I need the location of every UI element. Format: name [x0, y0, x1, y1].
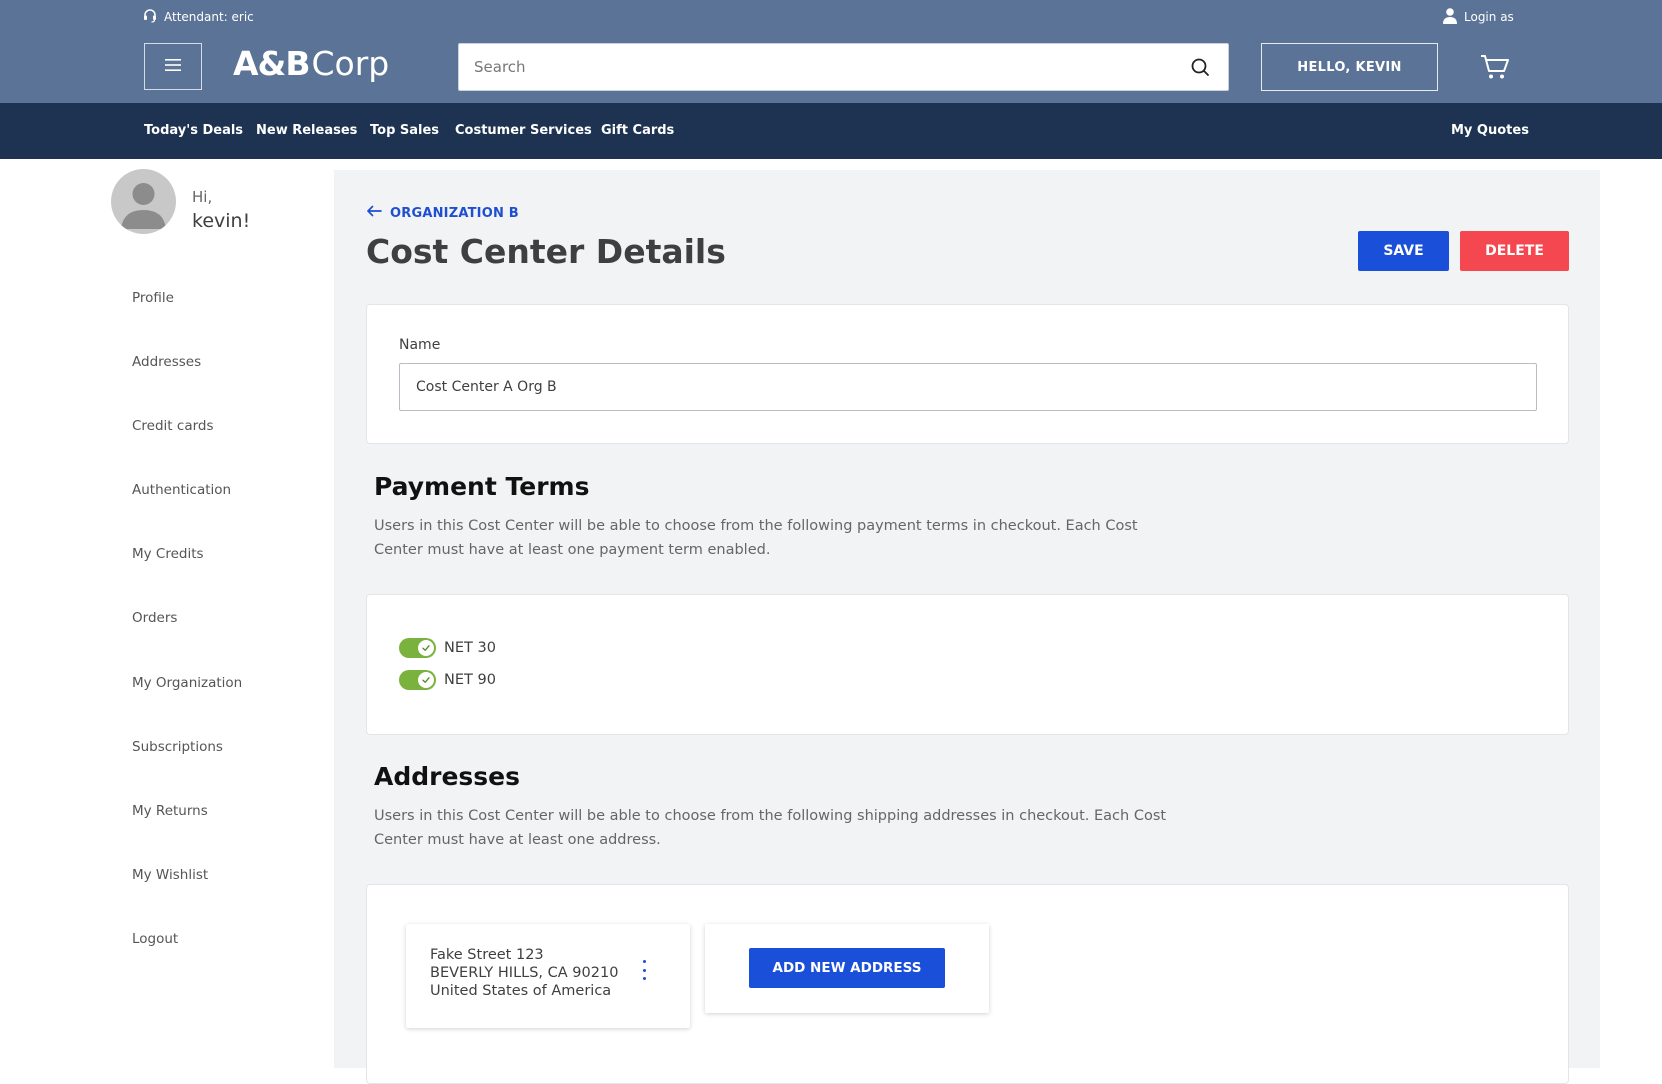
login-as-label: Login as: [1464, 10, 1514, 24]
attendant-info: Attendant: eric: [142, 7, 254, 26]
delete-button[interactable]: DELETE: [1460, 231, 1569, 271]
net30-label: NET 30: [444, 640, 496, 656]
greeting-hi: Hi,: [192, 188, 213, 206]
name-field[interactable]: [399, 363, 1537, 411]
sidebar-item-authentication[interactable]: Authentication: [132, 482, 231, 498]
account-button[interactable]: HELLO, KEVIN: [1261, 43, 1438, 91]
nav-item-gift-cards[interactable]: Gift Cards: [601, 123, 674, 138]
menu-icon: [164, 58, 182, 76]
sidebar-item-my-organization[interactable]: My Organization: [132, 675, 242, 691]
main-content: ORGANIZATION B Cost Center Details SAVE …: [334, 170, 1600, 1084]
addresses-description-line1: Users in this Cost Center will be able t…: [374, 808, 1167, 824]
search-bar: [458, 43, 1229, 91]
payment-terms-description-line2: Center must have at least one payment te…: [374, 542, 771, 558]
breadcrumb-label: ORGANIZATION B: [390, 205, 519, 221]
search-icon[interactable]: [1172, 44, 1228, 90]
net30-toggle[interactable]: [399, 638, 436, 658]
search-input[interactable]: [459, 44, 1172, 90]
save-button[interactable]: SAVE: [1358, 231, 1449, 271]
arrow-left-icon: [366, 205, 382, 221]
payment-terms-description-line1: Users in this Cost Center will be able t…: [374, 518, 1138, 534]
address-street: Fake Street 123: [430, 947, 544, 963]
nav-item-top-sales[interactable]: Top Sales: [370, 123, 439, 138]
sidebar-item-my-credits[interactable]: My Credits: [132, 546, 204, 562]
sidebar-item-subscriptions[interactable]: Subscriptions: [132, 739, 223, 755]
net90-toggle[interactable]: [399, 670, 436, 690]
logo-corp: Corp: [311, 44, 390, 83]
address-country: United States of America: [430, 983, 612, 999]
sidebar-item-my-returns[interactable]: My Returns: [132, 803, 208, 819]
payment-term-net30: NET 30: [399, 638, 496, 658]
payment-term-net90: NET 90: [399, 670, 496, 690]
cart-icon[interactable]: [1480, 53, 1510, 83]
add-address-card: ADD NEW ADDRESS: [705, 924, 989, 1013]
avatar: [111, 169, 176, 234]
check-icon: [418, 672, 434, 688]
name-label: Name: [399, 337, 441, 353]
check-icon: [418, 640, 434, 656]
name-card: Name: [366, 304, 1569, 444]
addresses-title: Addresses: [374, 762, 521, 791]
logo-ab: A&B: [233, 44, 310, 83]
top-header: Attendant: eric Login as A&B Corp HELLO,…: [0, 0, 1662, 103]
address-card: Fake Street 123 BEVERLY HILLS, CA 90210 …: [406, 924, 690, 1028]
sidebar-item-profile[interactable]: Profile: [132, 290, 174, 306]
nav-item-my-quotes[interactable]: My Quotes: [1451, 123, 1529, 138]
breadcrumb[interactable]: ORGANIZATION B: [366, 205, 519, 221]
sidebar-item-addresses[interactable]: Addresses: [132, 354, 201, 370]
headset-icon: [142, 7, 158, 26]
add-new-address-button[interactable]: ADD NEW ADDRESS: [749, 948, 945, 988]
page-title: Cost Center Details: [366, 232, 726, 271]
category-nav: Today's Deals New Releases Top Sales Cos…: [0, 103, 1662, 159]
logo[interactable]: A&B Corp: [233, 44, 389, 83]
address-city: BEVERLY HILLS, CA 90210: [430, 965, 619, 981]
payment-terms-card: NET 30 NET 90: [366, 594, 1569, 735]
sidebar-item-orders[interactable]: Orders: [132, 610, 177, 626]
menu-button[interactable]: [144, 43, 202, 90]
greeting-name: kevin!: [192, 210, 251, 232]
net90-label: NET 90: [444, 672, 496, 688]
kebab-icon[interactable]: [640, 960, 648, 980]
nav-item-new-releases[interactable]: New Releases: [256, 123, 357, 138]
login-as-link[interactable]: Login as: [1442, 7, 1514, 27]
nav-item-costumer-services[interactable]: Costumer Services: [455, 123, 592, 138]
sidebar-item-credit-cards[interactable]: Credit cards: [132, 418, 214, 434]
attendant-label: Attendant: eric: [164, 9, 254, 24]
payment-terms-title: Payment Terms: [374, 472, 590, 501]
addresses-description-line2: Center must have at least one address.: [374, 832, 661, 848]
user-icon: [1442, 7, 1458, 27]
sidebar-item-my-wishlist[interactable]: My Wishlist: [132, 867, 208, 883]
addresses-card: Fake Street 123 BEVERLY HILLS, CA 90210 …: [366, 884, 1569, 1084]
sidebar-item-logout[interactable]: Logout: [132, 931, 178, 947]
nav-item-todays-deals[interactable]: Today's Deals: [144, 123, 243, 138]
